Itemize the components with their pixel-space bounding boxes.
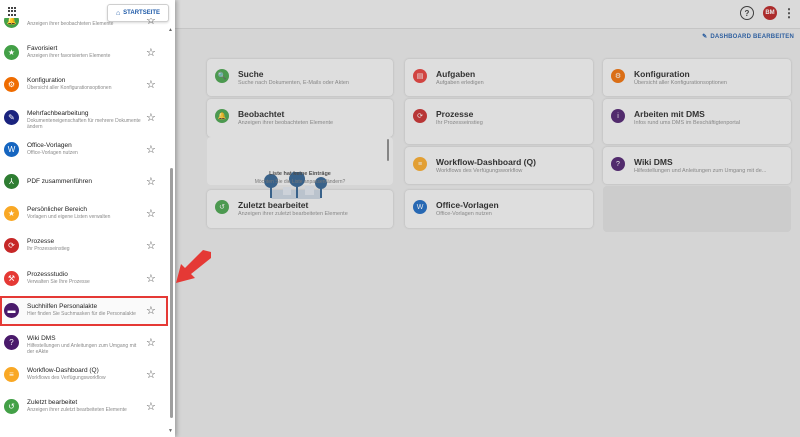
star-icon: ★: [4, 45, 19, 61]
history-icon: ↺: [4, 399, 19, 415]
drawer-item-subtitle: Office-Vorlagen nutzen: [27, 149, 78, 156]
drawer-item-subtitle: Hier finden Sie Suchmasken für die Perso…: [27, 310, 136, 317]
drawer-scrollbar[interactable]: [170, 168, 173, 418]
drawer-item[interactable]: ★ Persönlicher Bereich Vorlagen und eigene…: [0, 199, 168, 229]
favorite-star-icon[interactable]: ☆: [146, 239, 156, 252]
favorite-star-icon[interactable]: ☆: [146, 143, 156, 156]
favorite-star-icon[interactable]: ☆: [146, 400, 156, 413]
favorite-star-icon[interactable]: ☆: [146, 18, 156, 27]
favorite-star-icon[interactable]: ☆: [146, 78, 156, 91]
gear-icon: ⚙: [4, 77, 19, 93]
drawer-item[interactable]: ? Wiki DMS Hilfestellungen und Anleitungen…: [0, 328, 168, 358]
drawer-item[interactable]: ⟳ Prozesse Ihr Prozesseinstieg ☆: [0, 231, 168, 261]
favorite-star-icon[interactable]: ☆: [146, 175, 156, 188]
drawer-item-title: Office-Vorlagen: [27, 141, 72, 149]
drawer-item[interactable]: ⚙ Konfiguration Übersicht aller Konfigurat…: [0, 70, 168, 100]
office-icon: W: [4, 141, 19, 157]
drawer-item-subtitle: Hilfestellungen und Anleitungen zum Umga…: [27, 343, 137, 355]
favorite-star-icon[interactable]: ☆: [146, 46, 156, 59]
home-icon: ⌂: [115, 9, 121, 17]
bell-icon: 🔔: [4, 18, 19, 28]
drawer-item-title: Wiki DMS: [27, 335, 56, 342]
list-icon: ≡: [4, 367, 19, 383]
help-icon: ?: [4, 335, 19, 350]
multi-edit-icon: ✎: [4, 109, 19, 125]
drawer-item-subtitle: Anzeigen ihrer zuletzt bearbeiteten Elem…: [27, 407, 127, 414]
drawer-item-subtitle: Übersicht aller Konfigurationsoptionen: [27, 85, 112, 92]
apps-grid-icon[interactable]: [8, 7, 17, 16]
drawer-item[interactable]: W Office-Vorlagen Office-Vorlagen nutzen ☆: [0, 135, 168, 165]
favorite-star-icon[interactable]: ☆: [146, 368, 156, 381]
drawer-item[interactable]: ≡ Workflow-Dashboard (Q) Workflows des Ver…: [0, 360, 168, 390]
drawer-item[interactable]: 🔔 BeobachtetAnzeigen ihrer beobachteten E…: [0, 18, 168, 36]
favorite-star-icon[interactable]: ☆: [146, 207, 156, 220]
folder-icon: ▬: [4, 302, 19, 318]
drawer-item[interactable]: ↺ Zuletzt bearbeitet Anzeigen ihrer zuletz…: [0, 392, 168, 422]
drawer-item[interactable]: ▬ Suchhilfen Personalakte Hier finden Sie …: [0, 295, 168, 326]
drawer-item-title: Workflow-Dashboard (Q): [27, 367, 99, 375]
star-icon: ★: [4, 206, 19, 222]
home-label: STARTSEITE: [123, 10, 161, 16]
drawer-item-title: Mehrfachbearbeitung: [27, 109, 89, 117]
red-pointer-arrow: [176, 250, 211, 283]
favorite-star-icon[interactable]: ☆: [146, 111, 156, 124]
drawer-item-title: Prozesse: [27, 238, 55, 246]
scroll-down-icon[interactable]: ▼: [168, 428, 173, 434]
studio-icon: ⚒: [4, 270, 19, 286]
drawer-item-title: Prozessstudio: [27, 270, 68, 278]
drawer-item-subtitle: Verwalten Sie Ihre Prozesse: [27, 278, 90, 285]
scroll-up-icon[interactable]: ▲: [168, 27, 173, 33]
drawer-item-subtitle: Dokumenteneigenschaften für mehrere Doku…: [27, 117, 141, 130]
drawer-item-title: Zuletzt bearbeitet: [27, 399, 78, 407]
drawer-item-title: Persönlicher Bereich: [27, 206, 87, 214]
drawer-item-subtitle: Vorlagen und eigene Listen verwalten: [27, 214, 111, 221]
drawer-item[interactable]: ⅄ PDF zusammenführen ☆: [0, 167, 168, 197]
process-icon: ⟳: [4, 238, 19, 254]
favorite-star-icon[interactable]: ☆: [146, 304, 156, 317]
drawer-item-subtitle: Workflows des Verfügungsworkflow: [27, 375, 106, 382]
drawer-item[interactable]: ⚒ Prozessstudio Verwalten Sie Ihre Prozess…: [0, 264, 168, 294]
favorite-star-icon[interactable]: ☆: [146, 336, 156, 349]
drawer-item-subtitle: Anzeigen ihrer beobachteten Elemente: [27, 21, 114, 27]
merge-icon: ⅄: [4, 174, 19, 189]
drawer-item-subtitle: Ihr Prozesseinstieg: [27, 246, 70, 253]
drawer-item-subtitle: Anzeigen ihrer favorisierten Elemente: [27, 53, 111, 60]
drawer-item-title: Beobachtet: [27, 18, 60, 20]
drawer-item[interactable]: ★ Favorisiert Anzeigen ihrer favorisierten…: [0, 38, 168, 68]
drawer-item-title: Suchhilfen Personalakte: [27, 302, 98, 310]
drawer-item-title: PDF zusammenführen: [27, 178, 93, 185]
navigation-drawer: ⌂ STARTSEITE 🔔 BeobachtetAnzeigen ihrer b…: [0, 0, 175, 437]
favorite-star-icon[interactable]: ☆: [146, 272, 156, 285]
drawer-item-title: Favorisiert: [27, 45, 58, 53]
drawer-list: 🔔 BeobachtetAnzeigen ihrer beobachteten E…: [0, 18, 168, 437]
drawer-item[interactable]: ✎ Mehrfachbearbeitung Dokumenteneigenschaf…: [0, 103, 168, 133]
drawer-item-title: Konfiguration: [27, 77, 66, 85]
